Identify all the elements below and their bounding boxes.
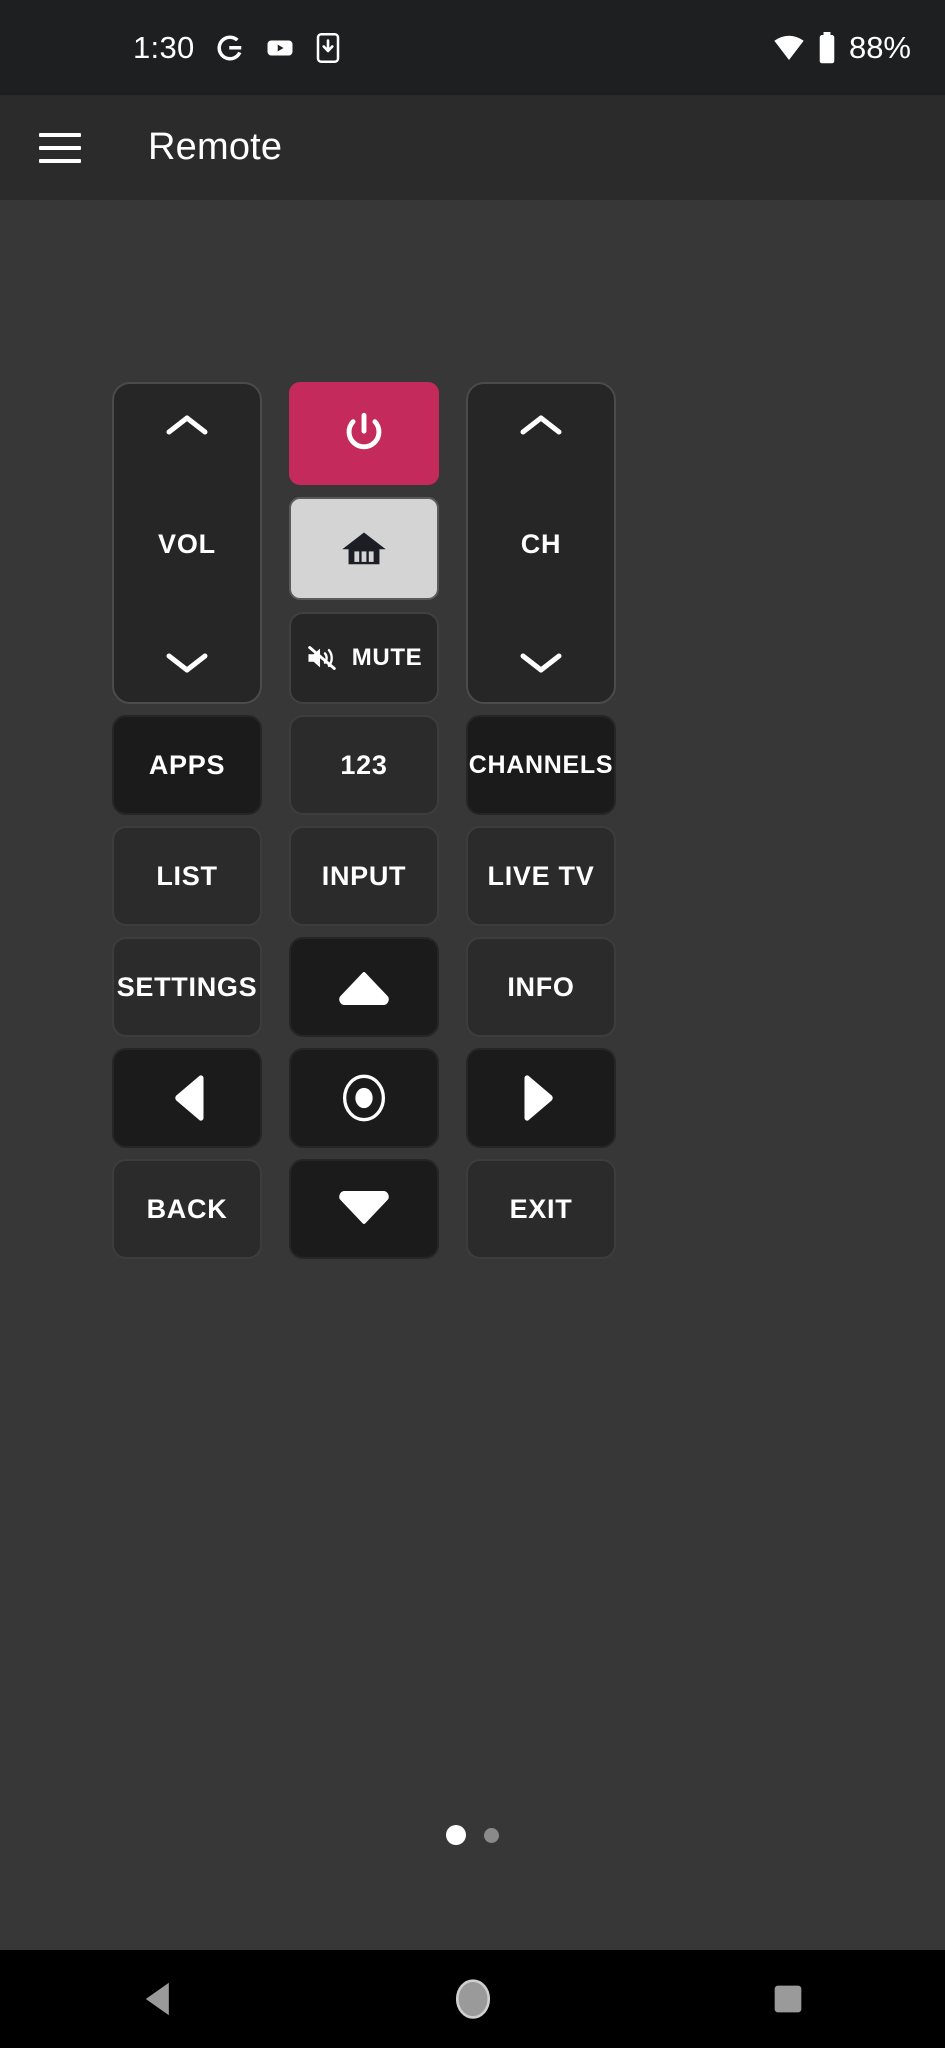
home-button[interactable]	[289, 497, 439, 600]
hamburger-menu-icon[interactable]	[30, 118, 90, 178]
chevron-down-icon[interactable]	[165, 650, 209, 676]
phone-download-icon	[315, 32, 341, 63]
button-row	[112, 1048, 834, 1148]
live-tv-button[interactable]: LIVE TV	[466, 826, 616, 926]
settings-button[interactable]: SETTINGS	[112, 937, 262, 1037]
power-icon	[342, 411, 386, 457]
volume-label: VOL	[158, 528, 216, 559]
button-row: APPS 123 CHANNELS	[112, 715, 834, 815]
button-label: 123	[340, 749, 388, 780]
button-label: LIVE TV	[487, 860, 595, 891]
channels-button[interactable]: CHANNELS	[466, 715, 616, 815]
button-row: SETTINGS INFO	[112, 937, 834, 1037]
dpad-ok-icon	[339, 1072, 389, 1124]
wifi-icon	[773, 34, 805, 62]
mute-button[interactable]: MUTE	[289, 612, 439, 704]
dpad-left-button[interactable]	[112, 1048, 262, 1148]
phone-screen: 1:30 88% Remote VOL MUTE CH APPS 123 CHA…	[0, 0, 945, 2048]
volume-mute-icon	[306, 644, 338, 672]
input-button[interactable]: INPUT	[289, 826, 439, 926]
power-button[interactable]	[289, 382, 439, 485]
page-dot-active[interactable]	[446, 1825, 466, 1845]
home-icon	[340, 528, 388, 570]
button-row: BACK EXIT	[112, 1159, 834, 1259]
button-label: SETTINGS	[116, 971, 258, 1002]
dpad-right-button[interactable]	[466, 1048, 616, 1148]
dpad-ok-button[interactable]	[289, 1048, 439, 1148]
home-circle-icon	[454, 1978, 492, 2020]
back-triangle-icon	[141, 1980, 175, 2018]
back-button[interactable]: BACK	[112, 1159, 262, 1259]
button-label: INPUT	[321, 860, 407, 891]
button-label: CHANNELS	[468, 750, 614, 779]
dpad-down-button[interactable]	[289, 1159, 439, 1259]
dpad-right-icon	[523, 1071, 559, 1125]
button-label: EXIT	[509, 1193, 573, 1224]
numeric-keypad-button[interactable]: 123	[289, 715, 439, 815]
button-label: APPS	[148, 749, 226, 780]
info-button[interactable]: INFO	[466, 937, 616, 1037]
remote-button-grid: VOL MUTE CH APPS 123 CHANNELS LIST INPUT…	[112, 382, 834, 1259]
channel-rocker[interactable]: CH	[466, 382, 616, 704]
youtube-icon	[265, 33, 295, 63]
remote-top-cluster: VOL MUTE CH	[112, 382, 834, 704]
dpad-left-icon	[169, 1071, 205, 1125]
chevron-up-icon[interactable]	[519, 412, 563, 438]
status-bar-left: 1:30	[0, 30, 341, 66]
chevron-down-icon[interactable]	[519, 650, 563, 676]
nav-back-button[interactable]	[98, 1950, 218, 2048]
button-label: INFO	[507, 971, 575, 1002]
battery-percent-label: 88%	[848, 29, 911, 65]
exit-button[interactable]: EXIT	[466, 1159, 616, 1259]
status-bar-clock: 1:30	[133, 29, 195, 65]
status-bar: 1:30 88%	[0, 0, 945, 95]
status-bar-right: 88%	[773, 30, 911, 66]
nav-recents-button[interactable]	[728, 1950, 848, 2048]
button-label: LIST	[156, 860, 218, 891]
android-nav-bar	[0, 1950, 945, 2048]
button-label: BACK	[146, 1193, 228, 1224]
app-bar: Remote	[0, 95, 945, 200]
recents-square-icon	[772, 1983, 804, 2015]
button-row: LIST INPUT LIVE TV	[112, 826, 834, 926]
battery-icon	[818, 31, 836, 64]
nav-home-button[interactable]	[413, 1950, 533, 2048]
remote-control-panel: VOL MUTE CH APPS 123 CHANNELS LIST INPUT…	[0, 200, 945, 1950]
dpad-up-icon	[337, 969, 391, 1005]
mute-label: MUTE	[351, 644, 423, 671]
volume-rocker[interactable]: VOL	[112, 382, 262, 704]
list-button[interactable]: LIST	[112, 826, 262, 926]
apps-button[interactable]: APPS	[112, 715, 262, 815]
page-title: Remote	[148, 126, 283, 168]
chevron-up-icon[interactable]	[165, 412, 209, 438]
dpad-down-icon	[337, 1191, 391, 1227]
channel-label: CH	[520, 528, 562, 559]
page-dot[interactable]	[484, 1827, 499, 1843]
google-g-icon	[215, 33, 245, 63]
page-indicator	[0, 1825, 945, 1845]
dpad-up-button[interactable]	[289, 937, 439, 1037]
center-column: MUTE	[289, 382, 439, 704]
